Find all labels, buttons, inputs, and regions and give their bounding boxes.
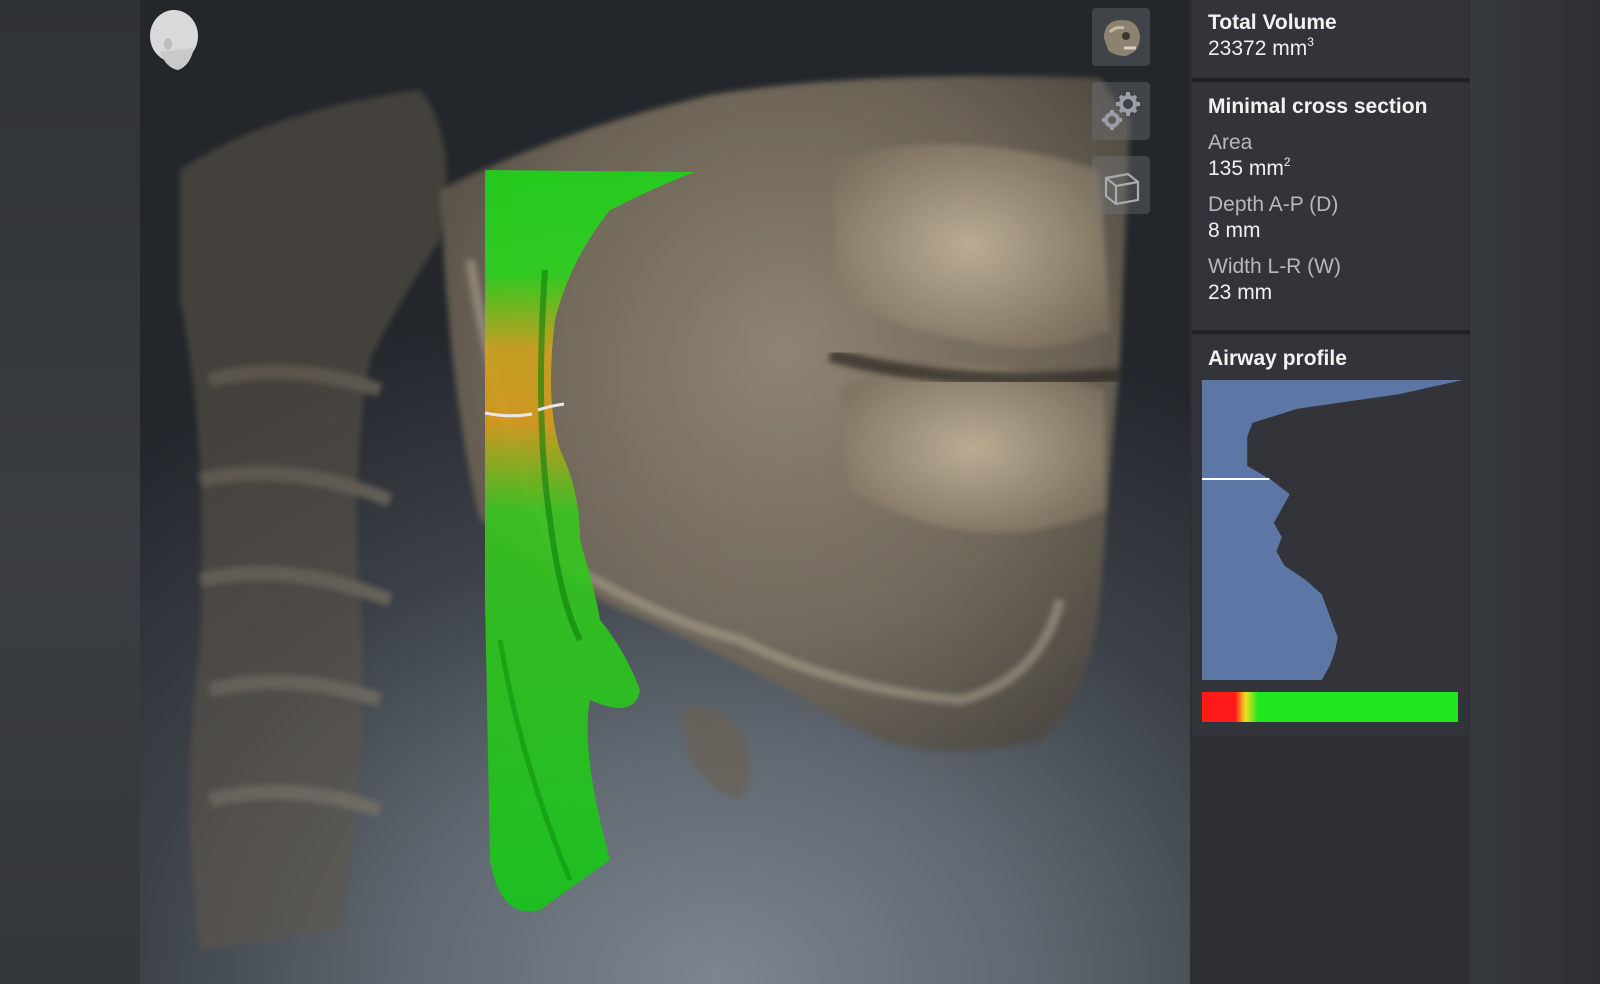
area-label: Area (1208, 131, 1253, 154)
skull-view-button[interactable] (1092, 8, 1150, 66)
head-orientation-icon[interactable] (146, 8, 202, 74)
airway-color-scale-bar (1202, 692, 1458, 722)
total-volume-title: Total Volume (1208, 11, 1337, 34)
cube-view-button[interactable] (1092, 156, 1150, 214)
volume-render[interactable] (140, 0, 1190, 984)
area-value: 135 mm2 (1208, 155, 1291, 180)
color-scale-fill (1202, 692, 1458, 722)
gears-icon (1102, 92, 1140, 130)
total-volume-section: Total Volume 23372 mm3 (1192, 0, 1470, 82)
airway-profile-title: Airway profile (1208, 347, 1347, 370)
right-margin (1470, 0, 1600, 984)
width-value: 23 mm (1208, 281, 1273, 304)
total-volume-value: 23372 mm3 (1208, 35, 1314, 60)
width-label: Width L-R (W) (1208, 255, 1341, 278)
minimal-cross-section-title: Minimal cross section (1208, 95, 1428, 118)
minimal-cross-section-section: Minimal cross section Area 135 mm2 Depth… (1192, 84, 1470, 334)
depth-value: 8 mm (1208, 219, 1261, 242)
info-panel: Total Volume 23372 mm3 Minimal cross sec… (1192, 0, 1470, 984)
app-window: Total Volume 23372 mm3 Minimal cross sec… (0, 0, 1600, 984)
profile-area (1202, 380, 1463, 680)
3d-viewport[interactable] (140, 0, 1190, 984)
cube-icon (1104, 172, 1140, 206)
left-margin (0, 0, 140, 984)
depth-label: Depth A-P (D) (1208, 193, 1339, 216)
airway-profile-chart[interactable] (1202, 380, 1468, 680)
spine-render (180, 90, 447, 950)
head-orientation-widget[interactable] (146, 8, 202, 74)
skull-view-icon (1104, 20, 1140, 56)
settings-button[interactable] (1092, 82, 1150, 140)
